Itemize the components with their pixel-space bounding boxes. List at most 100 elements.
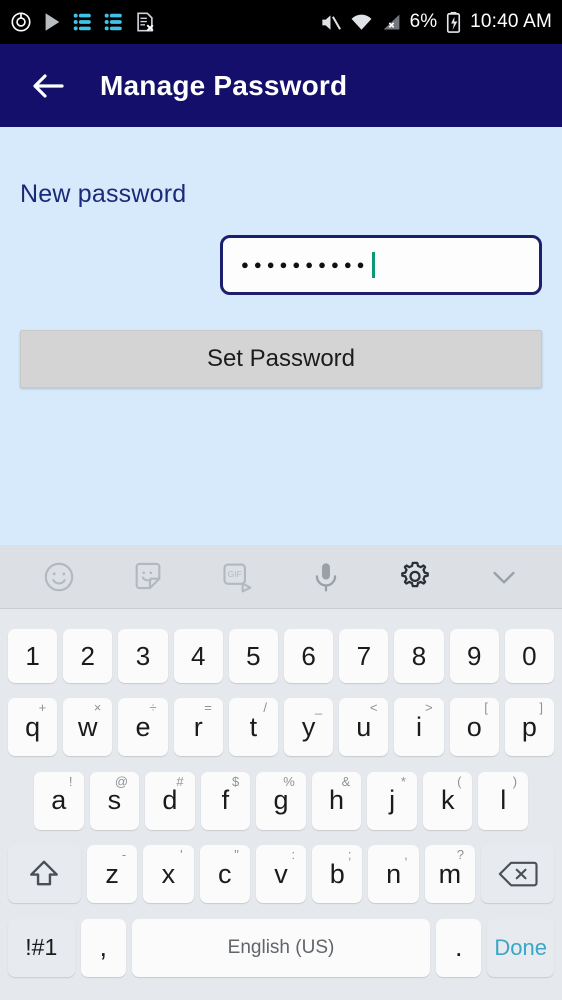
key-label: a (51, 785, 67, 815)
key-4[interactable]: 4 (173, 628, 223, 683)
key-label: n (386, 858, 402, 889)
keyboard-row-numbers: 1 2 3 4 5 6 7 8 9 0 (4, 628, 558, 683)
key-sup-label: % (283, 773, 295, 789)
new-password-label: New password (20, 180, 187, 208)
key-label: q (25, 711, 41, 742)
key-sup-label: : (291, 847, 296, 862)
key-sup-label: * (400, 773, 406, 789)
key-v[interactable]: :v (255, 845, 307, 903)
svg-text:GIF: GIF (227, 569, 241, 579)
key-a[interactable]: ! a (33, 771, 84, 830)
key-label: English (US) (227, 937, 335, 958)
gear-icon[interactable] (389, 551, 441, 603)
key-label: 5 (246, 640, 261, 671)
key-e[interactable]: ÷ e (118, 698, 168, 756)
key-7[interactable]: 7 (339, 628, 389, 683)
sticker-icon[interactable] (122, 551, 174, 603)
key-d[interactable]: # d (145, 771, 195, 830)
task-list-icon-2 (104, 13, 122, 31)
key-label: Done (494, 934, 547, 960)
key-n[interactable]: ,n (368, 845, 419, 903)
key-label: s (107, 785, 122, 815)
backspace-key[interactable] (481, 845, 554, 903)
key-f[interactable]: $ f (200, 771, 251, 830)
keyboard-toolbar: GIF (0, 545, 562, 609)
key-w[interactable]: × w (63, 698, 113, 756)
chevron-down-icon[interactable] (478, 551, 530, 603)
back-button[interactable] (28, 66, 68, 106)
emoji-icon[interactable] (33, 551, 85, 603)
period-key[interactable]: . (436, 918, 482, 977)
key-label: c (217, 858, 232, 889)
gif-icon[interactable]: GIF (211, 551, 263, 603)
key-x[interactable]: ' x (143, 845, 194, 903)
key-2[interactable]: 2 (63, 628, 113, 683)
key-r[interactable]: = r (173, 698, 223, 756)
key-p[interactable]: ] p (504, 698, 555, 756)
space-key[interactable]: English (US) (131, 918, 431, 977)
key-t[interactable]: / t (228, 698, 278, 756)
key-o[interactable]: [o (449, 698, 499, 756)
key-6[interactable]: 6 (284, 628, 334, 683)
battery-charging-icon (447, 11, 461, 33)
play-store-icon (45, 13, 60, 31)
keyboard-row-bottom: -z ' x " c :v ; b ,n ? m (4, 845, 558, 903)
comma-key[interactable]: , (80, 918, 126, 977)
key-0[interactable]: 0 (504, 628, 555, 683)
key-j[interactable]: * j (367, 771, 417, 830)
key-sup-label: ÷ (149, 700, 157, 715)
key-k[interactable]: (k (422, 771, 473, 830)
key-label: z (105, 858, 119, 889)
microphone-icon[interactable] (300, 551, 352, 603)
key-label: 9 (466, 640, 482, 671)
key-z[interactable]: -z (86, 845, 138, 903)
key-label: g (273, 785, 289, 815)
key-c[interactable]: " c (199, 845, 250, 903)
key-label: 7 (356, 640, 372, 671)
key-8[interactable]: 8 (394, 628, 444, 683)
new-password-input[interactable]: ●●●●●●●●●● (220, 235, 542, 295)
key-3[interactable]: 3 (118, 628, 168, 683)
key-sup-label: / (263, 700, 267, 715)
key-u[interactable]: < u (339, 698, 389, 756)
wifi-icon (351, 14, 372, 30)
key-m[interactable]: ? m (424, 845, 476, 903)
key-sup-label: ' (180, 847, 183, 862)
key-sup-label: " (234, 847, 239, 862)
key-sup-label: ( (457, 773, 462, 789)
key-label: d (162, 785, 178, 815)
key-sup-label: # (176, 773, 184, 789)
set-password-button[interactable]: Set Password (20, 330, 542, 388)
key-y[interactable]: _ y (284, 698, 334, 756)
key-label: m (438, 858, 462, 889)
done-key[interactable]: Done (487, 918, 554, 977)
key-label: 4 (190, 640, 206, 671)
status-bar-right-icons: 6% 10:40 AM (319, 11, 552, 34)
key-label: 3 (135, 640, 151, 671)
key-sup-label: < (369, 700, 378, 715)
signal-no-service-icon (383, 14, 400, 29)
key-sup-label: ! (68, 773, 73, 789)
symbols-key[interactable]: !#1 (8, 918, 75, 977)
key-label: t (249, 711, 258, 742)
keyboard-row-last: !#1 , English (US) . Done (4, 918, 558, 977)
key-g[interactable]: % g (256, 771, 306, 830)
keyboard-row-home: ! a @ s # d $ f % g & h * j (k ) l (4, 771, 558, 830)
shift-key[interactable] (8, 845, 81, 903)
key-sup-label: @ (114, 773, 129, 789)
key-i[interactable]: > i (394, 698, 444, 756)
clock-text: 10:40 AM (470, 11, 552, 32)
key-1[interactable]: 1 (7, 628, 58, 683)
shift-arrow-icon (30, 860, 59, 886)
key-sup-label: × (93, 700, 102, 715)
key-5[interactable]: 5 (228, 628, 278, 683)
backspace-icon (498, 861, 538, 887)
key-sup-label: + (38, 700, 47, 715)
key-q[interactable]: + q (7, 698, 58, 756)
key-s[interactable]: @ s (89, 771, 140, 830)
key-h[interactable]: & h (311, 771, 362, 830)
key-b[interactable]: ; b (312, 845, 363, 903)
key-l[interactable]: ) l (478, 771, 529, 830)
key-9[interactable]: 9 (449, 628, 499, 683)
key-label: i (416, 711, 422, 742)
